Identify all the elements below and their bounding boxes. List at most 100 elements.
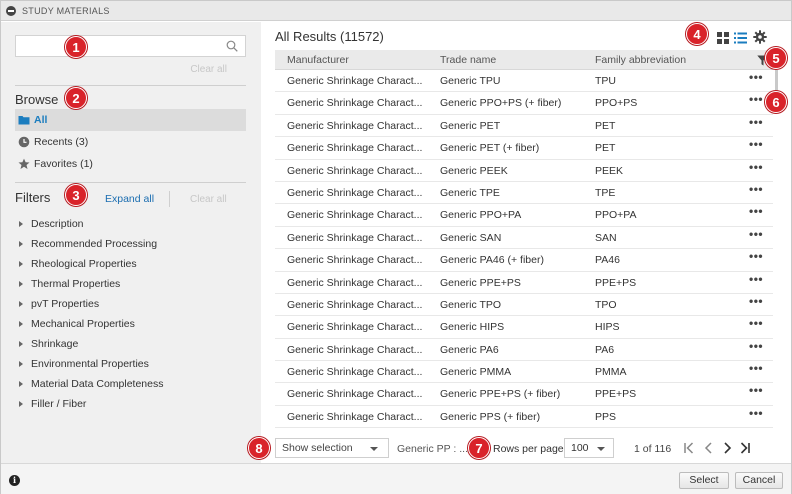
callout-badge-6: 6 — [765, 91, 787, 113]
cell-family-abbreviation: PA46 — [595, 254, 620, 267]
results-table: Manufacturer Trade name Family abbreviat… — [275, 50, 773, 429]
table-row[interactable]: Generic Shrinkage Charact... Generic TPU T… — [275, 70, 773, 93]
expand-caret-icon — [19, 301, 23, 307]
table-row[interactable]: Generic Shrinkage Charact... Generic PPE+… — [275, 272, 773, 294]
search-icon[interactable] — [226, 40, 238, 52]
callout-badge-4: 4 — [686, 23, 708, 45]
table-row[interactable]: Generic Shrinkage Charact... Generic PA6 P… — [275, 339, 773, 362]
more-options-icon[interactable]: ••• — [749, 70, 763, 84]
table-row[interactable]: Generic Shrinkage Charact... Generic TPE T… — [275, 182, 773, 205]
filter-rheological-properties[interactable]: Rheological Properties — [19, 256, 137, 272]
cell-family-abbreviation: PPO+PA — [595, 209, 637, 222]
show-selection-dropdown[interactable]: Show selection — [275, 438, 389, 458]
select-button[interactable]: Select — [679, 472, 729, 489]
table-row[interactable]: Generic Shrinkage Charact... Generic TPO T… — [275, 294, 773, 317]
browse-item-all[interactable]: All — [15, 109, 246, 131]
filter-pvt-properties[interactable]: pvT Properties — [19, 296, 99, 312]
more-options-icon[interactable]: ••• — [749, 137, 763, 151]
table-row[interactable]: Generic Shrinkage Charact... Generic SAN S… — [275, 227, 773, 250]
cell-trade-name: Generic TPO — [440, 298, 502, 311]
table-row[interactable]: Generic Shrinkage Charact... Generic PPO+… — [275, 92, 773, 115]
more-options-icon[interactable]: ••• — [749, 204, 763, 218]
cell-family-abbreviation: PET — [595, 119, 616, 132]
more-options-icon[interactable]: ••• — [749, 272, 763, 286]
filter-label: Thermal Properties — [31, 278, 121, 290]
first-page-icon[interactable] — [683, 441, 695, 455]
expand-caret-icon — [19, 241, 23, 247]
table-row[interactable]: Generic Shrinkage Charact... Generic PMMA… — [275, 361, 773, 384]
more-options-icon[interactable]: ••• — [749, 294, 763, 308]
more-options-icon[interactable]: ••• — [749, 227, 763, 241]
more-options-icon[interactable]: ••• — [749, 361, 763, 375]
table-row[interactable]: Generic Shrinkage Charact... Generic PET … — [275, 137, 773, 160]
cell-trade-name: Generic PMMA — [440, 366, 512, 379]
more-options-icon[interactable]: ••• — [749, 160, 763, 174]
table-row[interactable]: Generic Shrinkage Charact... Generic PET P… — [275, 115, 773, 138]
column-header-trade-name[interactable]: Trade name — [440, 54, 496, 66]
browse-heading: Browse — [15, 92, 59, 107]
filter-description[interactable]: Description — [19, 216, 84, 232]
star-icon — [18, 158, 30, 169]
more-options-icon[interactable]: ••• — [749, 92, 763, 106]
search-input[interactable] — [15, 35, 246, 57]
cancel-button[interactable]: Cancel — [735, 472, 783, 489]
filter-shrinkage[interactable]: Shrinkage — [19, 336, 78, 352]
grid-view-icon[interactable] — [717, 32, 729, 44]
more-options-icon[interactable]: ••• — [749, 115, 763, 129]
last-page-icon[interactable] — [739, 441, 751, 455]
table-row[interactable]: Generic Shrinkage Charact... Generic PPE+… — [275, 383, 773, 406]
cell-manufacturer: Generic Shrinkage Charact... — [287, 276, 423, 289]
next-page-icon[interactable] — [721, 441, 733, 455]
filter-recommended-processing[interactable]: Recommended Processing — [19, 236, 157, 252]
filters-heading: Filters — [15, 190, 51, 205]
column-header-family-abbreviation[interactable]: Family abbreviation — [595, 54, 686, 66]
cell-manufacturer: Generic Shrinkage Charact... — [287, 209, 423, 222]
cell-family-abbreviation: TPU — [595, 75, 616, 87]
cell-trade-name: Generic PPE+PS (+ fiber) — [440, 388, 561, 401]
pagination-bar: Show selection Generic PP : ... Rows per… — [263, 435, 791, 463]
table-row[interactable]: Generic Shrinkage Charact... Generic PPS … — [275, 406, 773, 429]
clear-all-filters-link[interactable]: Clear all — [190, 194, 227, 205]
column-header-manufacturer[interactable]: Manufacturer — [287, 54, 349, 66]
filter-material-data-completeness[interactable]: Material Data Completeness — [19, 376, 163, 392]
more-options-icon[interactable]: ••• — [749, 249, 763, 263]
page-indicator: 1 of 116 — [634, 443, 672, 455]
table-row[interactable]: Generic Shrinkage Charact... Generic HIPS… — [275, 316, 773, 339]
folder-icon — [18, 116, 30, 125]
more-options-icon[interactable]: ••• — [749, 339, 763, 353]
previous-page-icon[interactable] — [703, 441, 715, 455]
filter-mechanical-properties[interactable]: Mechanical Properties — [19, 316, 135, 332]
table-row[interactable]: Generic Shrinkage Charact... Generic PPO+… — [275, 204, 773, 227]
clear-all-search-link[interactable]: Clear all — [190, 64, 227, 75]
filter-label: Rheological Properties — [31, 258, 137, 270]
cell-trade-name: Generic TPE — [440, 186, 500, 199]
more-options-icon[interactable]: ••• — [749, 316, 763, 330]
browse-item-favorites[interactable]: Favorites (1) — [15, 153, 246, 175]
gear-icon[interactable] — [753, 30, 767, 44]
cell-trade-name: Generic PEEK — [440, 164, 508, 177]
collapse-icon[interactable] — [6, 5, 16, 16]
more-options-icon[interactable]: ••• — [749, 406, 763, 420]
browse-item-recents[interactable]: Recents (3) — [15, 131, 246, 153]
results-heading: All Results (11572) — [275, 29, 384, 44]
cell-family-abbreviation: PMMA — [595, 366, 627, 379]
filter-label: Shrinkage — [31, 338, 79, 350]
rows-per-page-select[interactable]: 100 — [564, 438, 614, 458]
more-options-icon[interactable]: ••• — [749, 383, 763, 397]
cell-manufacturer: Generic Shrinkage Charact... — [287, 97, 423, 110]
table-row[interactable]: Generic Shrinkage Charact... Generic PA46… — [275, 249, 773, 272]
cell-manufacturer: Generic Shrinkage Charact... — [287, 119, 423, 132]
table-row[interactable]: Generic Shrinkage Charact... Generic PEEK… — [275, 160, 773, 182]
info-icon[interactable]: i — [9, 475, 20, 486]
divider — [15, 182, 246, 183]
study-materials-window: STUDY MATERIALS Clear all Browse All Rec… — [0, 0, 792, 494]
more-options-icon[interactable]: ••• — [749, 182, 763, 196]
filter-thermal-properties[interactable]: Thermal Properties — [19, 276, 120, 292]
cell-trade-name: Generic PET — [440, 119, 501, 132]
expand-all-link[interactable]: Expand all — [105, 193, 154, 205]
list-view-icon[interactable] — [734, 32, 747, 44]
filter-filler-fiber[interactable]: Filler / Fiber — [19, 396, 86, 412]
filter-environmental-properties[interactable]: Environmental Properties — [19, 356, 149, 372]
cell-trade-name: Generic HIPS — [440, 321, 505, 334]
cell-trade-name: Generic PPE+PS — [440, 276, 521, 289]
